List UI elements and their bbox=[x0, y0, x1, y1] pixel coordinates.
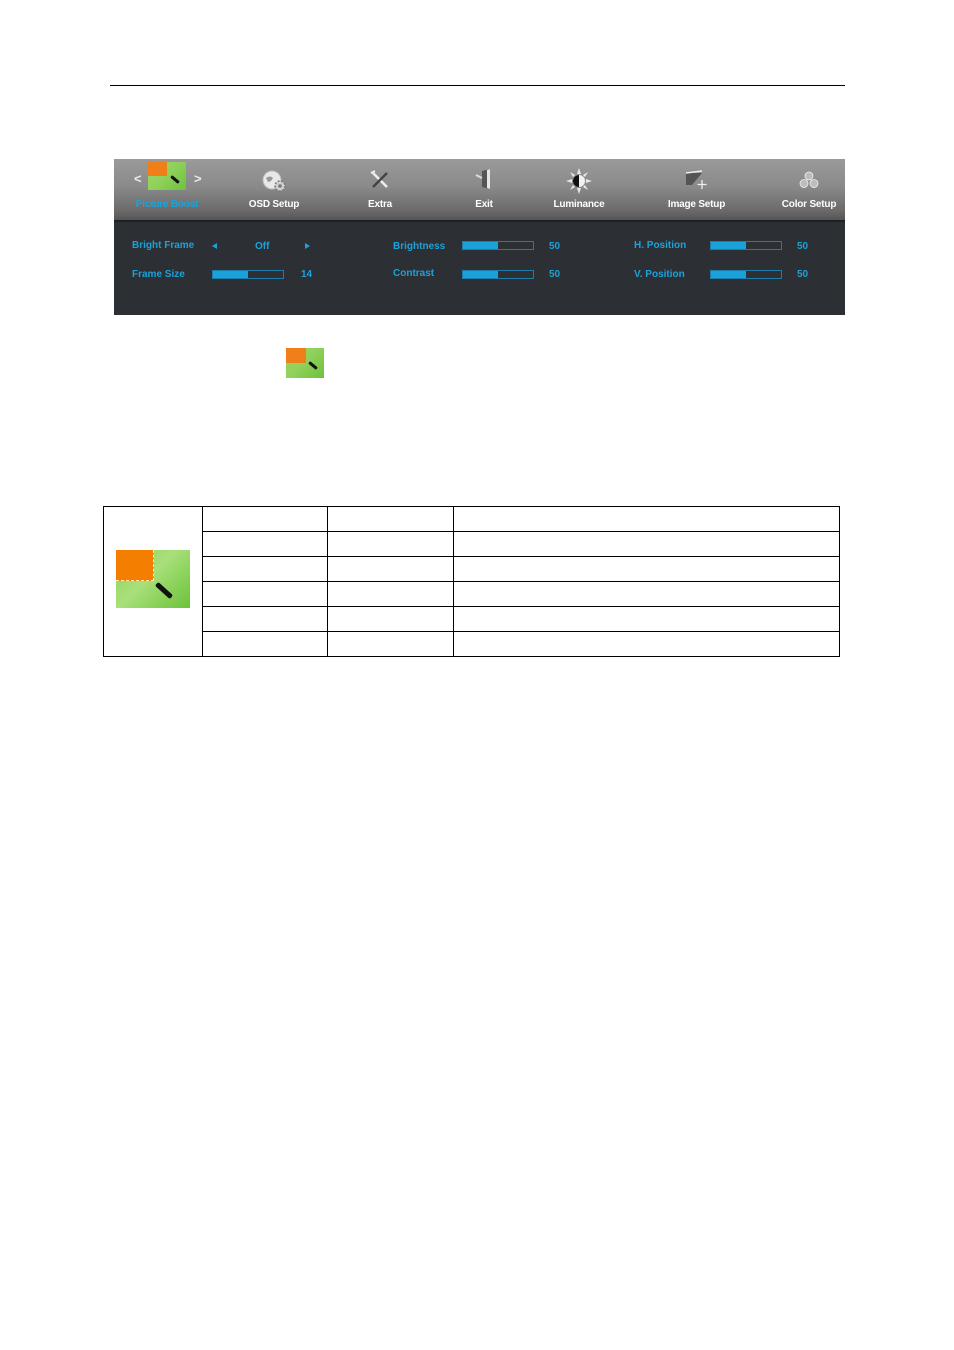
color-dots-icon bbox=[799, 171, 819, 194]
tab-bar-divider bbox=[114, 220, 845, 222]
table-cell bbox=[453, 631, 840, 657]
bright-frame-increase-arrow[interactable] bbox=[305, 243, 310, 249]
table-cell bbox=[202, 506, 328, 532]
table-cell bbox=[327, 556, 454, 582]
v-position-label: V. Position bbox=[634, 269, 685, 280]
table-row bbox=[103, 506, 840, 657]
v-position-value: 50 bbox=[797, 269, 809, 280]
contrast-label: Contrast bbox=[393, 268, 435, 279]
exit-door-icon bbox=[473, 168, 495, 195]
table-cell bbox=[327, 631, 454, 657]
table-icon-cell bbox=[103, 506, 203, 657]
h-position-label: H. Position bbox=[634, 240, 687, 251]
image-setup-icon bbox=[684, 170, 710, 195]
tab-label: Luminance bbox=[553, 199, 605, 210]
table-row bbox=[104, 581, 840, 607]
contrast-value: 50 bbox=[549, 269, 561, 280]
header-rule bbox=[110, 85, 845, 86]
tab-color-setup[interactable]: Color Setup bbox=[770, 159, 848, 220]
tab-label: Exit bbox=[475, 199, 493, 210]
table-cell bbox=[202, 631, 328, 657]
picture-boost-icon bbox=[116, 550, 190, 608]
tab-label: Image Setup bbox=[667, 199, 726, 210]
tab-osd-setup[interactable]: OSD Setup bbox=[234, 159, 314, 220]
v-position-slider[interactable] bbox=[710, 270, 782, 279]
table-cell bbox=[453, 531, 840, 557]
table-cell bbox=[202, 606, 328, 632]
table-row bbox=[104, 556, 840, 582]
table-row bbox=[104, 631, 840, 657]
frame-size-slider[interactable] bbox=[212, 270, 284, 279]
table-cell bbox=[202, 556, 328, 582]
sun-icon bbox=[565, 167, 593, 200]
frame-size-label: Frame Size bbox=[132, 269, 185, 280]
tab-label: OSD Setup bbox=[248, 199, 300, 210]
slider-fill bbox=[213, 271, 248, 278]
slider-fill bbox=[711, 271, 746, 278]
table-cell bbox=[327, 506, 454, 532]
brightness-slider[interactable] bbox=[462, 241, 534, 250]
table-cell bbox=[202, 531, 328, 557]
picture-boost-icon bbox=[286, 348, 324, 378]
h-position-value: 50 bbox=[797, 241, 809, 252]
bright-frame-decrease-arrow[interactable] bbox=[212, 243, 217, 249]
table-cell bbox=[327, 531, 454, 557]
table-cell bbox=[202, 581, 328, 607]
contrast-slider[interactable] bbox=[462, 270, 534, 279]
osd-menu: < > Picture Boost OSD Setup Extra Exit L… bbox=[114, 159, 845, 315]
slider-fill bbox=[463, 271, 498, 278]
frame-size-value: 14 bbox=[301, 269, 313, 280]
table-cell bbox=[453, 506, 840, 532]
osd-tab-bar: < > Picture Boost OSD Setup Extra Exit L… bbox=[114, 159, 845, 220]
brightness-label: Brightness bbox=[393, 241, 446, 252]
tab-luminance[interactable]: Luminance bbox=[539, 159, 619, 220]
table-row bbox=[104, 606, 840, 632]
globe-gear-icon bbox=[261, 169, 287, 198]
brightness-value: 50 bbox=[549, 241, 561, 252]
slider-fill bbox=[463, 242, 498, 249]
slider-fill bbox=[711, 242, 746, 249]
picture-boost-table bbox=[103, 506, 840, 657]
table-cell bbox=[327, 606, 454, 632]
table-row bbox=[104, 531, 840, 557]
tab-extra[interactable]: Extra bbox=[340, 159, 420, 220]
table-cell bbox=[453, 581, 840, 607]
tab-picture-boost[interactable]: Picture Boost bbox=[128, 159, 206, 220]
bright-frame-value[interactable]: Off bbox=[255, 241, 269, 252]
h-position-slider[interactable] bbox=[710, 241, 782, 250]
tab-label: Picture Boost bbox=[135, 199, 199, 210]
table-cell bbox=[453, 606, 840, 632]
table-cell bbox=[453, 556, 840, 582]
picture-boost-icon bbox=[148, 162, 186, 190]
tools-icon bbox=[369, 169, 391, 196]
tab-exit[interactable]: Exit bbox=[444, 159, 524, 220]
tab-label: Color Setup bbox=[781, 199, 837, 210]
bright-frame-label: Bright Frame bbox=[132, 240, 195, 251]
tab-label: Extra bbox=[367, 199, 392, 210]
table-cell bbox=[327, 581, 454, 607]
tab-image-setup[interactable]: Image Setup bbox=[654, 159, 739, 220]
